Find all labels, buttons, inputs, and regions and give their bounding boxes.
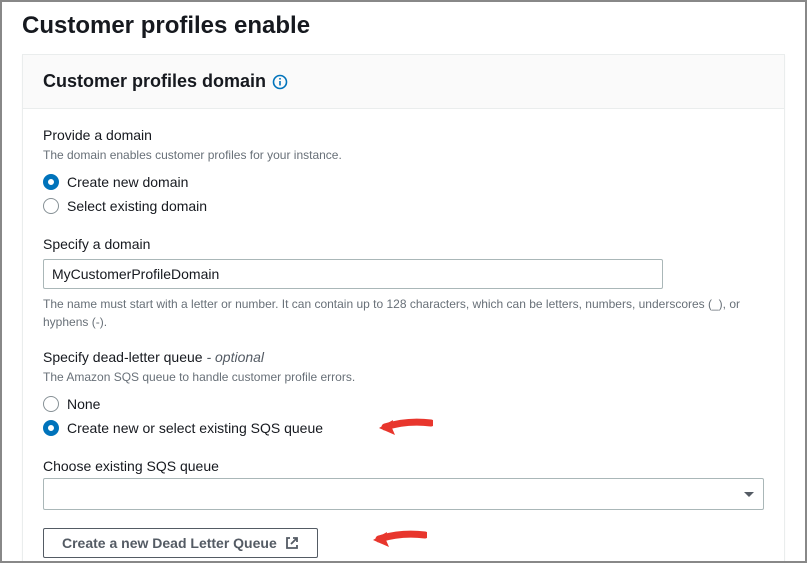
radio-icon	[43, 420, 59, 436]
radio-icon	[43, 198, 59, 214]
label-choose-queue: Choose existing SQS queue	[43, 458, 764, 474]
caret-down-icon	[743, 486, 755, 502]
label-provide-domain: Provide a domain	[43, 127, 764, 143]
page-container: Customer profiles enable Customer profil…	[0, 0, 807, 563]
radio-label-dlq-none: None	[67, 396, 100, 412]
radio-group-dlq: None Create new or select existing SQS q…	[43, 392, 764, 440]
radio-label-dlq-create: Create new or select existing SQS queue	[67, 420, 323, 436]
domain-name-input[interactable]	[43, 259, 663, 289]
label-dead-letter-queue: Specify dead-letter queue - optional	[43, 349, 764, 365]
radio-group-provide-domain: Create new domain Select existing domain	[43, 170, 764, 218]
section-provide-domain: Provide a domain The domain enables cust…	[43, 127, 764, 218]
sqs-queue-select[interactable]	[43, 478, 764, 510]
radio-create-new-domain[interactable]: Create new domain	[43, 170, 764, 194]
radio-dlq-none[interactable]: None	[43, 392, 764, 416]
external-link-icon	[285, 536, 299, 550]
info-icon[interactable]	[272, 74, 288, 90]
page-title: Customer profiles enable	[2, 2, 805, 54]
hint-dead-letter-queue: The Amazon SQS queue to handle customer …	[43, 368, 764, 386]
section-choose-queue: Choose existing SQS queue	[43, 458, 764, 510]
hint-provide-domain: The domain enables customer profiles for…	[43, 146, 764, 164]
panel-body: Provide a domain The domain enables cust…	[23, 109, 784, 563]
hint-specify-domain: The name must start with a letter or num…	[43, 295, 764, 331]
annotation-arrow-icon	[377, 417, 433, 442]
button-label: Create a new Dead Letter Queue	[62, 535, 277, 551]
section-specify-domain: Specify a domain The name must start wit…	[43, 236, 764, 331]
create-dead-letter-queue-button[interactable]: Create a new Dead Letter Queue	[43, 528, 318, 558]
panel-header: Customer profiles domain	[23, 55, 784, 109]
section-dead-letter-queue: Specify dead-letter queue - optional The…	[43, 349, 764, 440]
radio-label-select-existing: Select existing domain	[67, 198, 207, 214]
panel-heading: Customer profiles domain	[43, 71, 266, 92]
dlq-label-text: Specify dead-letter queue	[43, 349, 203, 365]
radio-dlq-create-or-select[interactable]: Create new or select existing SQS queue	[43, 416, 323, 440]
radio-select-existing-domain[interactable]: Select existing domain	[43, 194, 764, 218]
radio-label-create-new: Create new domain	[67, 174, 188, 190]
label-specify-domain: Specify a domain	[43, 236, 764, 252]
row-create-dlq: Create a new Dead Letter Queue	[43, 528, 764, 558]
radio-icon	[43, 174, 59, 190]
radio-icon	[43, 396, 59, 412]
dlq-optional-tag: - optional	[206, 349, 264, 365]
panel-customer-profiles-domain: Customer profiles domain Provide a domai…	[22, 54, 785, 563]
annotation-arrow-icon	[371, 525, 427, 556]
